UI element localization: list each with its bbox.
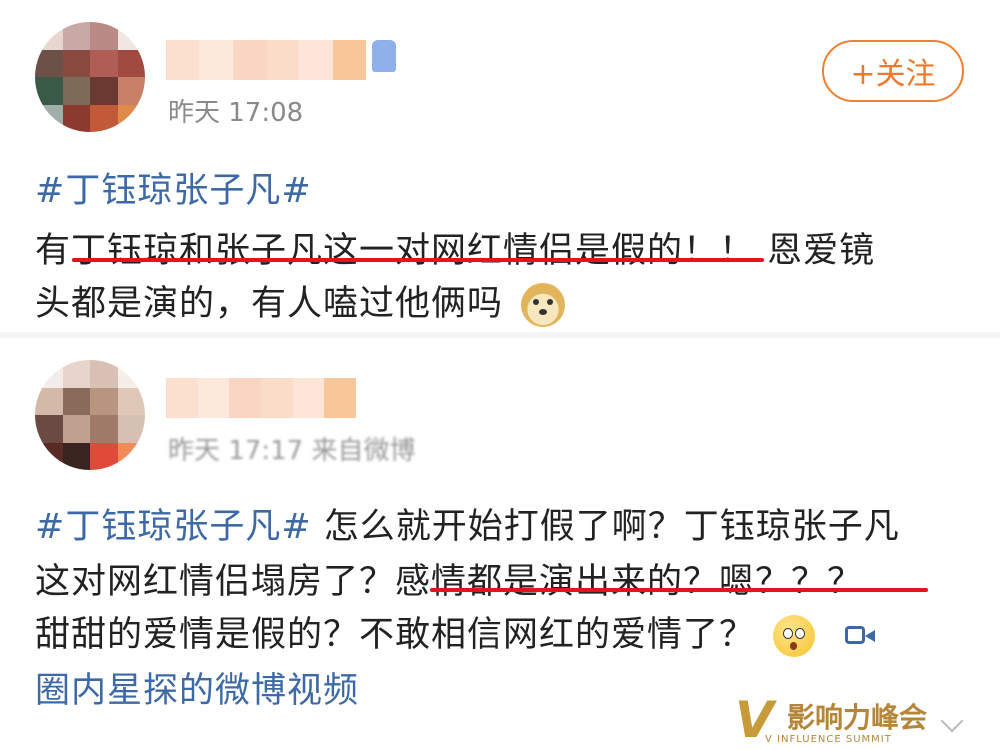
video-icon[interactable]	[845, 624, 879, 648]
red-underline	[430, 588, 928, 592]
post-time: 昨天 17:17 来自微博	[168, 436, 416, 466]
influence-summit-badge[interactable]: V 影响力峰会 V INFLUENCE SUMMIT	[735, 690, 945, 750]
red-underline	[72, 258, 764, 262]
follow-label: +关注	[850, 57, 936, 92]
text-segment: ！ 恩爱镜	[719, 231, 876, 271]
avatar[interactable]	[35, 360, 145, 470]
text-segment: 怎么就开始打假了啊？丁钰琼张子凡	[311, 507, 900, 547]
doge-emoji-icon	[521, 283, 566, 327]
text-segment: 头都是演的，有人嗑过他俩吗	[35, 284, 504, 324]
post-time: 昨天 17:08	[168, 98, 304, 128]
post-text-line-2: 这对网红情侣塌房了？感情都是演出来的？嗯？？？	[35, 553, 863, 604]
text-segment-highlight: 丁钰琼和张子凡这一对网红情侣是假的！	[71, 231, 720, 271]
badge-subtitle: V INFLUENCE SUMMIT	[765, 734, 892, 745]
post-2: 昨天 17:17 来自微博 V 影响力峰会 V INFLUENCE SUMMIT…	[0, 338, 1000, 749]
text-segment: 这对网红情侣塌房了？	[35, 562, 396, 602]
text-segment-highlight: 感情都是演出来的？嗯？？？	[395, 562, 864, 602]
text-segment: 有	[35, 231, 72, 271]
post-text-line-3: 甜甜的爱情是假的？不敢相信网红的爱情了？	[35, 606, 879, 657]
surprised-emoji-icon	[773, 615, 816, 657]
post-text-line-1: #丁钰琼张子凡# 怎么就开始打假了啊？丁钰琼张子凡	[35, 498, 900, 549]
hashtag-link[interactable]: #丁钰琼张子凡#	[35, 162, 312, 213]
post-text-line-2: 头都是演的，有人嗑过他俩吗	[35, 275, 566, 327]
post-text-line-1: 有丁钰琼和张子凡这一对网红情侣是假的！！ 恩爱镜	[35, 222, 875, 273]
video-link[interactable]: 圈内星探的微博视频	[35, 662, 359, 713]
text-segment: 甜甜的爱情是假的？不敢相信网红的爱情了？	[35, 615, 756, 655]
follow-button[interactable]: +关注	[822, 40, 964, 102]
vip-icon	[372, 40, 396, 72]
username[interactable]	[166, 40, 366, 80]
post-1: 昨天 17:08 +关注 #丁钰琼张子凡# 有丁钰琼和张子凡这一对网红情侣是假的…	[0, 0, 1000, 332]
username[interactable]	[166, 378, 357, 418]
hashtag-link[interactable]: #丁钰琼张子凡#	[35, 507, 312, 547]
badge-title: 影响力峰会	[787, 701, 928, 734]
avatar[interactable]	[35, 22, 145, 132]
